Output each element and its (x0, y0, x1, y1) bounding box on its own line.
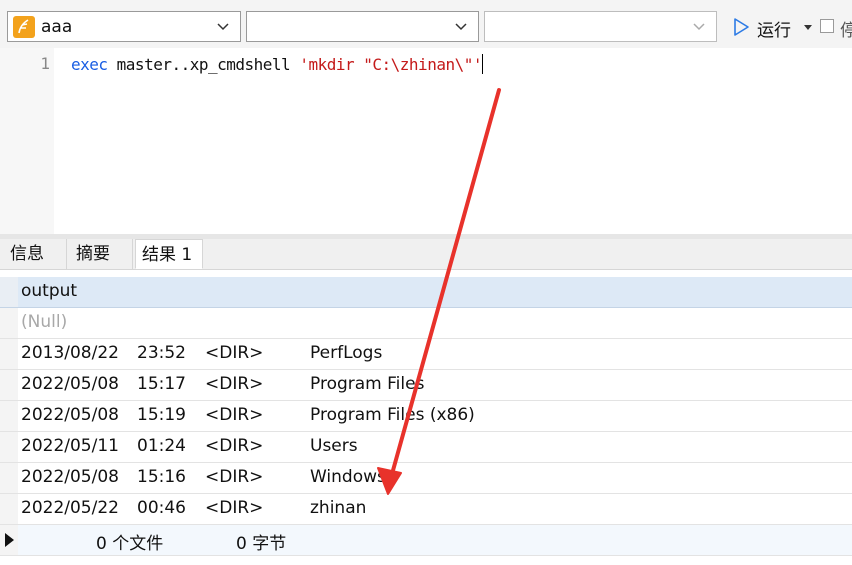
option-checkbox[interactable] (820, 19, 834, 33)
cell-type: <DIR> (205, 436, 264, 456)
current-row-icon (5, 533, 14, 547)
database-select[interactable] (246, 11, 479, 42)
cell-type: <DIR> (205, 374, 264, 394)
row-marker (0, 370, 18, 400)
table-row[interactable]: 2013/08/22 23:52 <DIR> PerfLogs (0, 339, 852, 370)
cell-date: 2022/05/22 (21, 498, 119, 518)
table-row[interactable]: 2022/05/08 15:17 <DIR> Program Files (0, 370, 852, 401)
cell-date: 2022/05/11 (21, 436, 119, 456)
cell-type: <DIR> (205, 467, 264, 487)
row-marker (0, 463, 18, 493)
row-marker (0, 339, 18, 369)
chevron-down-icon[interactable] (453, 18, 469, 34)
chevron-down-icon[interactable] (215, 18, 231, 34)
table-row[interactable]: 2022/05/08 15:16 <DIR> Windows (0, 463, 852, 494)
cell-date: 2022/05/08 (21, 467, 119, 487)
cell-name: Windows (310, 467, 386, 487)
connection-value: aaa (41, 17, 73, 37)
code-line[interactable]: exec master..xp_cmdshell 'mkdir "C:\zhin… (71, 54, 483, 74)
cell-time: 00:46 (137, 498, 186, 518)
toolbar: aaa 运行 停 (0, 0, 852, 48)
column-header-output[interactable]: output (21, 281, 77, 301)
table-row[interactable]: 2022/05/08 15:19 <DIR> Program Files (x86) (0, 401, 852, 432)
row-marker (0, 432, 18, 462)
text-cursor (481, 54, 483, 74)
chevron-down-icon[interactable] (691, 18, 707, 34)
cell-name: Program Files (310, 374, 425, 394)
run-label: 运行 (757, 21, 791, 41)
play-icon (731, 17, 751, 37)
result-grid: output (Null) 2013/08/22 23:52 <DIR> PerfLo… (0, 277, 852, 556)
cell-date: 2013/08/22 (21, 343, 119, 363)
run-dropdown-icon[interactable] (804, 25, 812, 30)
database-icon (13, 16, 35, 38)
table-row[interactable]: 2022/05/22 00:46 <DIR> zhinan (0, 494, 852, 525)
table-row[interactable]: (Null) (0, 308, 852, 339)
row-marker (0, 494, 18, 524)
connection-select[interactable]: aaa (7, 11, 241, 42)
cell-type: <DIR> (205, 498, 264, 518)
null-cell[interactable]: (Null) (21, 312, 67, 332)
row-marker (0, 401, 18, 431)
cell-type: <DIR> (205, 405, 264, 425)
cell-type: <DIR> (205, 343, 264, 363)
result-tabs: 信息 摘要 结果 1 (0, 239, 852, 270)
sql-editor[interactable]: 1 exec master..xp_cmdshell 'mkdir "C:\zh… (0, 48, 852, 234)
tab-summary[interactable]: 摘要 (70, 239, 133, 269)
cell-name: zhinan (310, 498, 367, 518)
row-marker (0, 308, 18, 338)
option-label: 停 (840, 21, 852, 41)
cell-time: 15:17 (137, 374, 186, 394)
table-row[interactable]: 2022/05/11 01:24 <DIR> Users (0, 432, 852, 463)
cell-time: 01:24 (137, 436, 186, 456)
line-gutter: 1 (0, 48, 54, 234)
column-header-row: output (0, 277, 852, 308)
summary-bytes: 0 字节 (236, 534, 287, 554)
cell-name: PerfLogs (310, 343, 383, 363)
cell-name: Program Files (x86) (310, 405, 475, 425)
cell-time: 15:19 (137, 405, 186, 425)
code-object: master..xp_cmdshell (107, 55, 300, 74)
table-row-current[interactable]: 0 个文件 0 字节 (0, 525, 852, 556)
code-keyword: exec (71, 55, 108, 74)
row-marker (0, 277, 18, 307)
cell-date: 2022/05/08 (21, 405, 119, 425)
tab-result-1[interactable]: 结果 1 (135, 239, 203, 269)
row-marker (0, 525, 18, 555)
tab-info[interactable]: 信息 (4, 239, 67, 269)
code-string: 'mkdir "C:\zhinan\"' (299, 55, 482, 74)
summary-files: 0 个文件 (96, 534, 164, 554)
cell-date: 2022/05/08 (21, 374, 119, 394)
cell-name: Users (310, 436, 358, 456)
schema-select[interactable] (484, 11, 717, 42)
line-number: 1 (40, 54, 50, 73)
cell-time: 15:16 (137, 467, 186, 487)
cell-time: 23:52 (137, 343, 186, 363)
